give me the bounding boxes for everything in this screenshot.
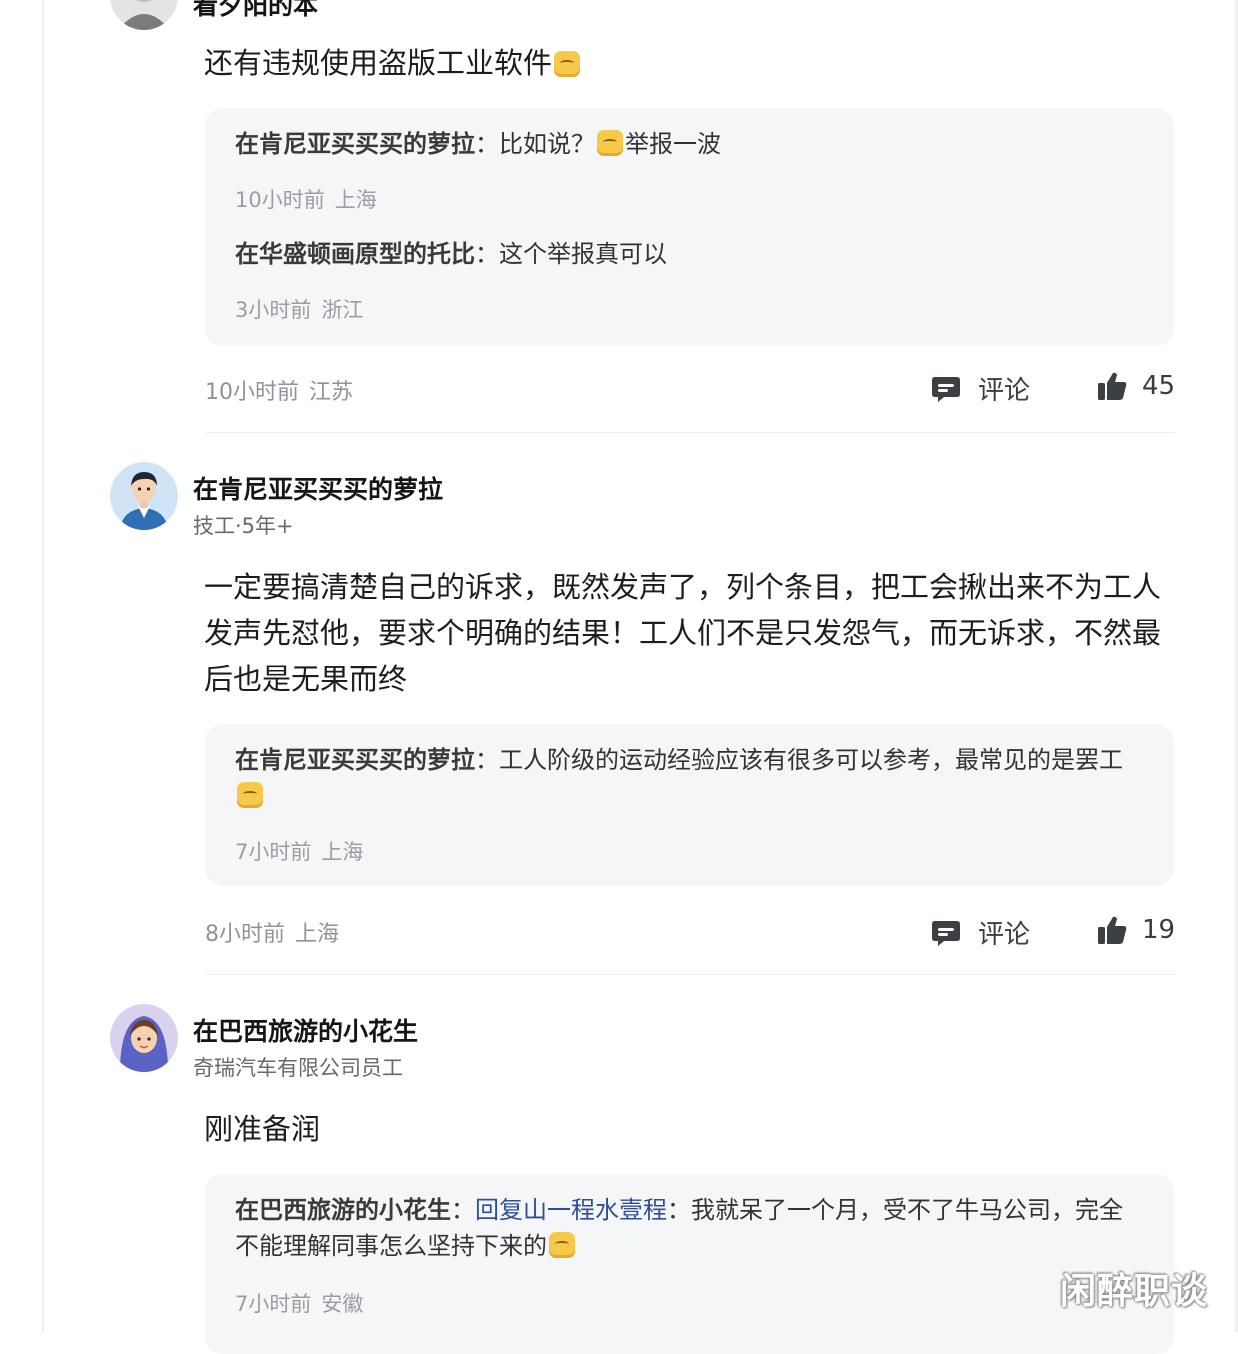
reply-meta: 10小时前 上海: [235, 184, 377, 214]
reply-location: 上海: [321, 840, 364, 864]
comment-button-label: 评论: [978, 920, 1031, 950]
reply-author[interactable]: 在华盛顿画原型的托比: [235, 240, 475, 268]
like-button[interactable]: 19: [1096, 914, 1175, 946]
reply-item[interactable]: 在华盛顿画原型的托比：这个举报真可以: [235, 236, 1134, 272]
comment-text: 一定要搞清楚自己的诉求，既然发声了，列个条目，把工会揪出来不为工人发声先怼他，要…: [204, 570, 1162, 696]
avatar[interactable]: [110, 462, 178, 530]
comment-location: 江苏: [309, 380, 354, 405]
reply-text: 工人阶级的运动经验应该有很多可以参考，最常见的是罢工: [499, 746, 1123, 774]
comment-button[interactable]: 评论: [930, 370, 1030, 407]
comment-text: 刚准备润: [204, 1112, 321, 1146]
comment-location: 上海: [295, 922, 340, 947]
comment-bubble-icon: [930, 917, 962, 949]
thumbs-up-icon: [1096, 914, 1128, 946]
reply-location: 安徽: [321, 1292, 364, 1316]
divider: [205, 974, 1175, 975]
like-count: 45: [1142, 371, 1176, 401]
comment-meta: 8小时前 上海: [205, 916, 339, 948]
reply-text: 这个举报真可以: [499, 240, 667, 268]
smile-emoji-icon: [549, 1232, 575, 1258]
comment-text: 还有违规使用盗版工业软件: [204, 40, 1172, 86]
reply-text: 比如说？: [499, 130, 595, 158]
reply-mention-link[interactable]: 回复山一程水壹程: [475, 1196, 667, 1224]
smile-emoji-icon: [237, 782, 263, 808]
reply-meta: 7小时前 安徽: [235, 1288, 363, 1318]
comment-button[interactable]: 评论: [930, 914, 1030, 951]
like-count: 19: [1142, 915, 1176, 945]
smile-emoji-icon: [554, 51, 581, 77]
reply-item[interactable]: 在肯尼亚买买买的萝拉：工人阶级的运动经验应该有很多可以参考，最常见的是罢工: [235, 742, 1134, 814]
like-button[interactable]: 45: [1096, 370, 1175, 402]
reply-separator: ：: [451, 1196, 475, 1224]
user-title: 技工·5年+: [193, 514, 294, 538]
thumbs-up-icon: [1096, 370, 1128, 402]
comment-time: 8小时前: [205, 922, 285, 947]
comment-text-content: 还有违规使用盗版工业软件: [204, 46, 553, 80]
reply-location: 浙江: [321, 298, 364, 322]
reply-time: 7小时前: [235, 1292, 312, 1316]
reply-separator: ：: [475, 240, 499, 268]
avatar[interactable]: [110, 1004, 178, 1072]
reply-author[interactable]: 在肯尼亚买买买的萝拉: [235, 130, 475, 158]
reply-item[interactable]: 在巴西旅游的小花生：回复山一程水壹程：我就呆了一个月，受不了牛马公司，完全不能理…: [235, 1192, 1134, 1264]
reply-box: 在肯尼亚买买买的萝拉：工人阶级的运动经验应该有很多可以参考，最常见的是罢工 7小…: [205, 724, 1174, 886]
reply-time: 10小时前: [235, 188, 325, 212]
reply-meta: 7小时前 上海: [235, 836, 363, 866]
smile-emoji-icon: [597, 130, 623, 156]
comment-button-label: 评论: [978, 376, 1031, 406]
comment-bubble-icon: [930, 373, 962, 405]
comment-time: 10小时前: [205, 380, 299, 405]
reply-item[interactable]: 在肯尼亚买买买的萝拉：比如说？ 举报一波: [235, 126, 1134, 162]
reply-location: 上海: [334, 188, 377, 212]
divider: [205, 432, 1175, 433]
comment-username[interactable]: 看夕阳的本: [193, 0, 318, 22]
comment-meta: 10小时前 江苏: [205, 374, 353, 406]
reply-box: 在肯尼亚买买买的萝拉：比如说？ 举报一波 10小时前 上海 在华盛顿画原型的托比：这…: [205, 108, 1174, 346]
user-title: 奇瑞汽车有限公司员工: [193, 1056, 403, 1080]
reply-box: 在巴西旅游的小花生：回复山一程水壹程：我就呆了一个月，受不了牛马公司，完全不能理…: [205, 1174, 1174, 1354]
reply-text: 举报一波: [625, 130, 721, 158]
reply-meta: 3小时前 浙江: [235, 294, 363, 324]
reply-separator: ：: [475, 130, 499, 158]
comment-username[interactable]: 在肯尼亚买买买的萝拉: [193, 470, 443, 506]
reply-author[interactable]: 在巴西旅游的小花生: [235, 1196, 451, 1224]
watermark-text: 闲醉职谈: [1060, 1271, 1209, 1312]
page-border-left: [42, 0, 44, 1332]
reply-time: 3小时前: [235, 298, 312, 322]
reply-separator: ：: [475, 746, 499, 774]
comment-username[interactable]: 在巴西旅游的小花生: [193, 1012, 418, 1048]
avatar[interactable]: [110, 0, 178, 30]
reply-author[interactable]: 在肯尼亚买买买的萝拉: [235, 746, 475, 774]
reply-time: 7小时前: [235, 840, 312, 864]
reply-separator: ：: [667, 1196, 691, 1224]
